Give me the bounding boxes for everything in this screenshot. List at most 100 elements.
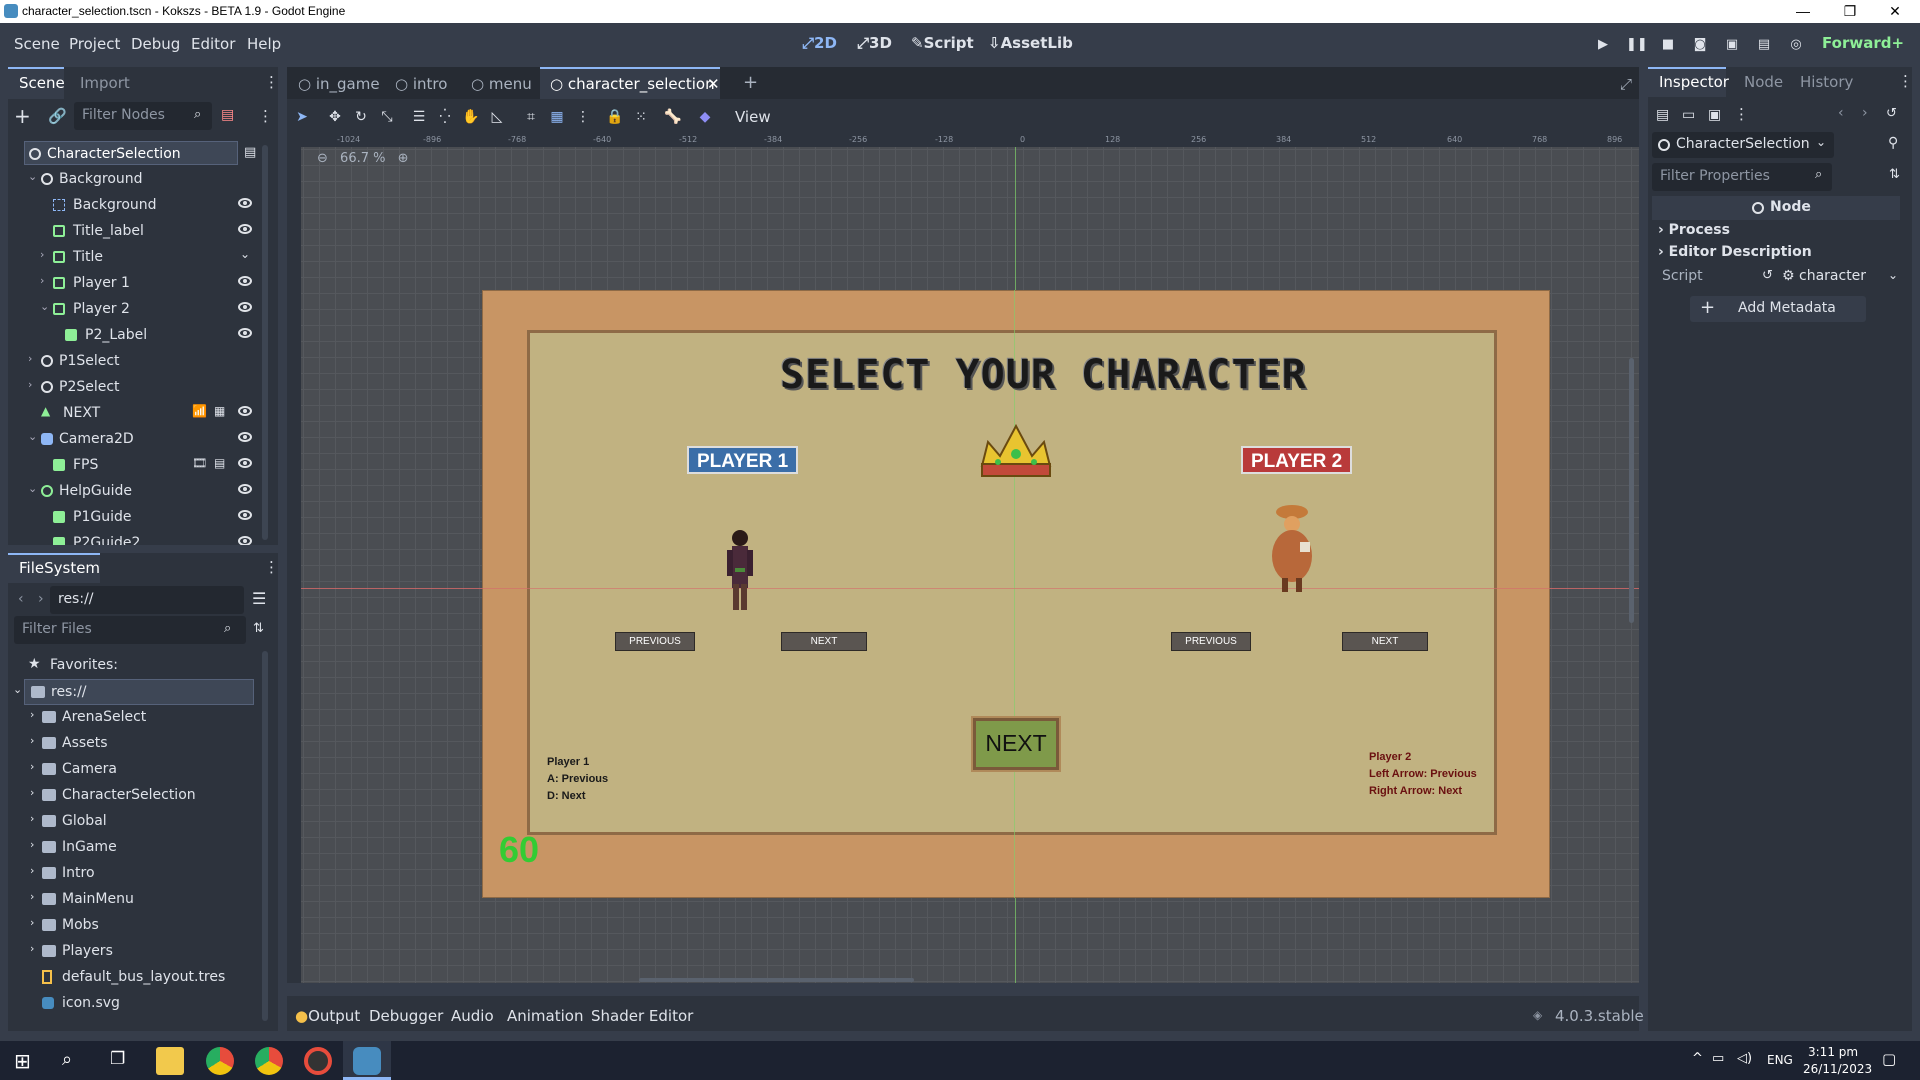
fs-row-file[interactable]: icon.svg (8, 991, 266, 1017)
filter-files-input[interactable]: Filter Files (14, 616, 246, 644)
search-icon[interactable]: ⌕ (62, 1049, 72, 1070)
list-select-icon[interactable]: ☰ (410, 108, 428, 126)
object-properties-icon[interactable]: ⚲ (1888, 135, 1898, 151)
chevron-right-icon[interactable]: › (30, 864, 34, 877)
chevron-down-icon[interactable]: ⌄ (28, 170, 37, 183)
windows-start-icon[interactable]: ⊞ (14, 1049, 31, 1073)
fs-row-folder[interactable]: › Intro (8, 861, 266, 887)
tree-row-player1[interactable]: › Player 1 (8, 271, 266, 295)
chrome-profile-icon[interactable] (255, 1047, 283, 1075)
group-icon[interactable]: ⁙ (632, 108, 650, 126)
fs-row-folder[interactable]: › Mobs (8, 913, 266, 939)
visibility-eye-icon[interactable] (238, 276, 252, 286)
tree-row-p1guide[interactable]: P1Guide (8, 505, 266, 529)
clock-date[interactable]: 26/11/2023 (1803, 1062, 1872, 1076)
tree-row-characterselection[interactable]: CharacterSelection (24, 141, 238, 165)
resource-options-icon[interactable]: ⋮ (1734, 105, 1749, 123)
recent-history-icon[interactable]: ↺ (1886, 106, 1897, 121)
history-forward-icon[interactable]: › (1862, 105, 1868, 121)
remote-debug-icon[interactable]: ◙ (1690, 35, 1710, 55)
chevron-up-icon[interactable]: ^ (1692, 1051, 1703, 1066)
filesystem-scrollbar[interactable] (262, 651, 268, 1021)
chevron-right-icon[interactable]: › (30, 760, 34, 773)
fs-row-folder[interactable]: › InGame (8, 835, 266, 861)
smart-snap-icon[interactable]: ⌗ (522, 108, 540, 126)
fs-row-res-root[interactable]: ⌄ res:// (13, 679, 254, 705)
sort-icon[interactable]: ⇅ (253, 621, 264, 636)
add-tab-icon[interactable]: + (743, 72, 758, 93)
bone-icon[interactable]: 🦴 (664, 108, 682, 126)
clock-time[interactable]: 3:11 pm (1808, 1045, 1858, 1059)
forward-arrow-icon[interactable]: › (38, 591, 44, 607)
visibility-eye-icon[interactable] (238, 510, 252, 520)
select-tool-icon[interactable]: ➤ (293, 108, 311, 126)
chevron-right-icon[interactable]: › (40, 274, 44, 287)
volume-icon[interactable]: ◁) (1737, 1051, 1752, 1066)
chevron-down-icon[interactable]: ⌄ (1888, 268, 1898, 282)
pan-tool-icon[interactable]: ✋ (462, 108, 480, 126)
tree-row-camera2d[interactable]: ⌄ Camera2D (8, 427, 266, 451)
script-property-value[interactable]: ⚙ character (1782, 268, 1866, 284)
ruler-tool-icon[interactable]: ◺ (488, 108, 506, 126)
group-icon[interactable]: ▦ (214, 404, 225, 418)
stop-icon[interactable]: ■ (1658, 35, 1678, 55)
language-indicator[interactable]: ENG (1767, 1053, 1793, 1067)
view-menu-button[interactable]: View (735, 108, 771, 126)
save-resource-icon[interactable]: ▣ (1708, 107, 1721, 123)
chevron-right-icon[interactable]: › (28, 378, 32, 391)
dock-menu-icon[interactable]: ⋮ (264, 558, 279, 576)
workspace-3d-button[interactable]: ⤢3D (857, 34, 892, 52)
visibility-eye-icon[interactable] (238, 484, 252, 494)
rotate-tool-icon[interactable]: ↻ (352, 108, 370, 126)
instance-scene-icon[interactable]: 🔗 (48, 107, 67, 125)
tab-import[interactable]: Import (80, 74, 130, 92)
fs-row-folder[interactable]: › Assets (8, 731, 266, 757)
tab-audio[interactable]: Audio (451, 1007, 494, 1025)
pause-icon[interactable]: ❚❚ (1626, 35, 1648, 55)
chevron-right-icon[interactable]: › (30, 708, 34, 721)
tree-row-fps[interactable]: FPS 🎞 ▤ (8, 453, 266, 477)
menu-editor[interactable]: Editor (191, 35, 235, 53)
skeleton-icon[interactable]: ◆ (696, 108, 714, 126)
scale-tool-icon[interactable]: ⤡ (378, 108, 396, 126)
network-icon[interactable]: ▭ (1712, 1051, 1724, 1066)
p1-next-button[interactable]: NEXT (781, 632, 867, 651)
chevron-right-icon[interactable]: › (40, 248, 44, 261)
filter-properties-input[interactable]: Filter Properties (1652, 163, 1832, 191)
visibility-eye-icon[interactable] (238, 224, 252, 234)
chevron-down-icon[interactable]: ⌄ (28, 430, 37, 443)
scene-tree-scrollbar[interactable] (262, 145, 268, 540)
add-metadata-button[interactable]: + Add Metadata (1690, 296, 1866, 322)
reset-script-icon[interactable]: ↺ (1762, 268, 1773, 283)
tree-row-p2guide2[interactable]: P2Guide2 (8, 531, 266, 545)
dock-menu-icon[interactable]: ⋮ (264, 73, 279, 91)
tab-history[interactable]: History (1800, 73, 1853, 91)
engine-version[interactable]: 4.0.3.stable (1555, 1007, 1644, 1025)
chevron-right-icon[interactable]: › (30, 734, 34, 747)
script-attached-icon[interactable]: ▤ (244, 145, 256, 160)
chevron-right-icon[interactable]: › (30, 812, 34, 825)
chevron-right-icon[interactable]: › (30, 786, 34, 799)
visibility-eye-icon[interactable] (238, 432, 252, 442)
menu-help[interactable]: Help (247, 35, 281, 53)
chevron-down-icon[interactable]: ⌄ (40, 300, 49, 313)
fs-row-folder[interactable]: › Camera (8, 757, 266, 783)
workspace-script-button[interactable]: ✎Script (911, 34, 974, 52)
list-view-icon[interactable]: ☰ (252, 589, 266, 608)
visibility-eye-icon[interactable] (238, 536, 252, 545)
object-selector[interactable]: CharacterSelection ⌄ (1652, 132, 1834, 158)
godot-icon[interactable] (353, 1047, 381, 1075)
file-explorer-icon[interactable] (156, 1047, 184, 1075)
favorites-row[interactable]: ★ Favorites: (8, 653, 266, 679)
chevron-down-icon[interactable]: ⌄ (28, 482, 37, 495)
chevron-right-icon[interactable]: › (28, 352, 32, 365)
film-icon[interactable]: 🎞 (192, 456, 207, 470)
tab-animation[interactable]: Animation (507, 1007, 583, 1025)
tree-row-background-child[interactable]: Background (8, 193, 266, 217)
zoom-in-icon[interactable]: ⊕ (398, 151, 409, 166)
property-options-icon[interactable]: ⇅ (1889, 167, 1900, 182)
tree-row-helpguide[interactable]: ⌄ HelpGuide (8, 479, 266, 503)
tree-row-p2select[interactable]: › P2Select (8, 375, 266, 399)
chevron-right-icon[interactable]: › (30, 838, 34, 851)
menu-debug[interactable]: Debug (131, 35, 180, 53)
